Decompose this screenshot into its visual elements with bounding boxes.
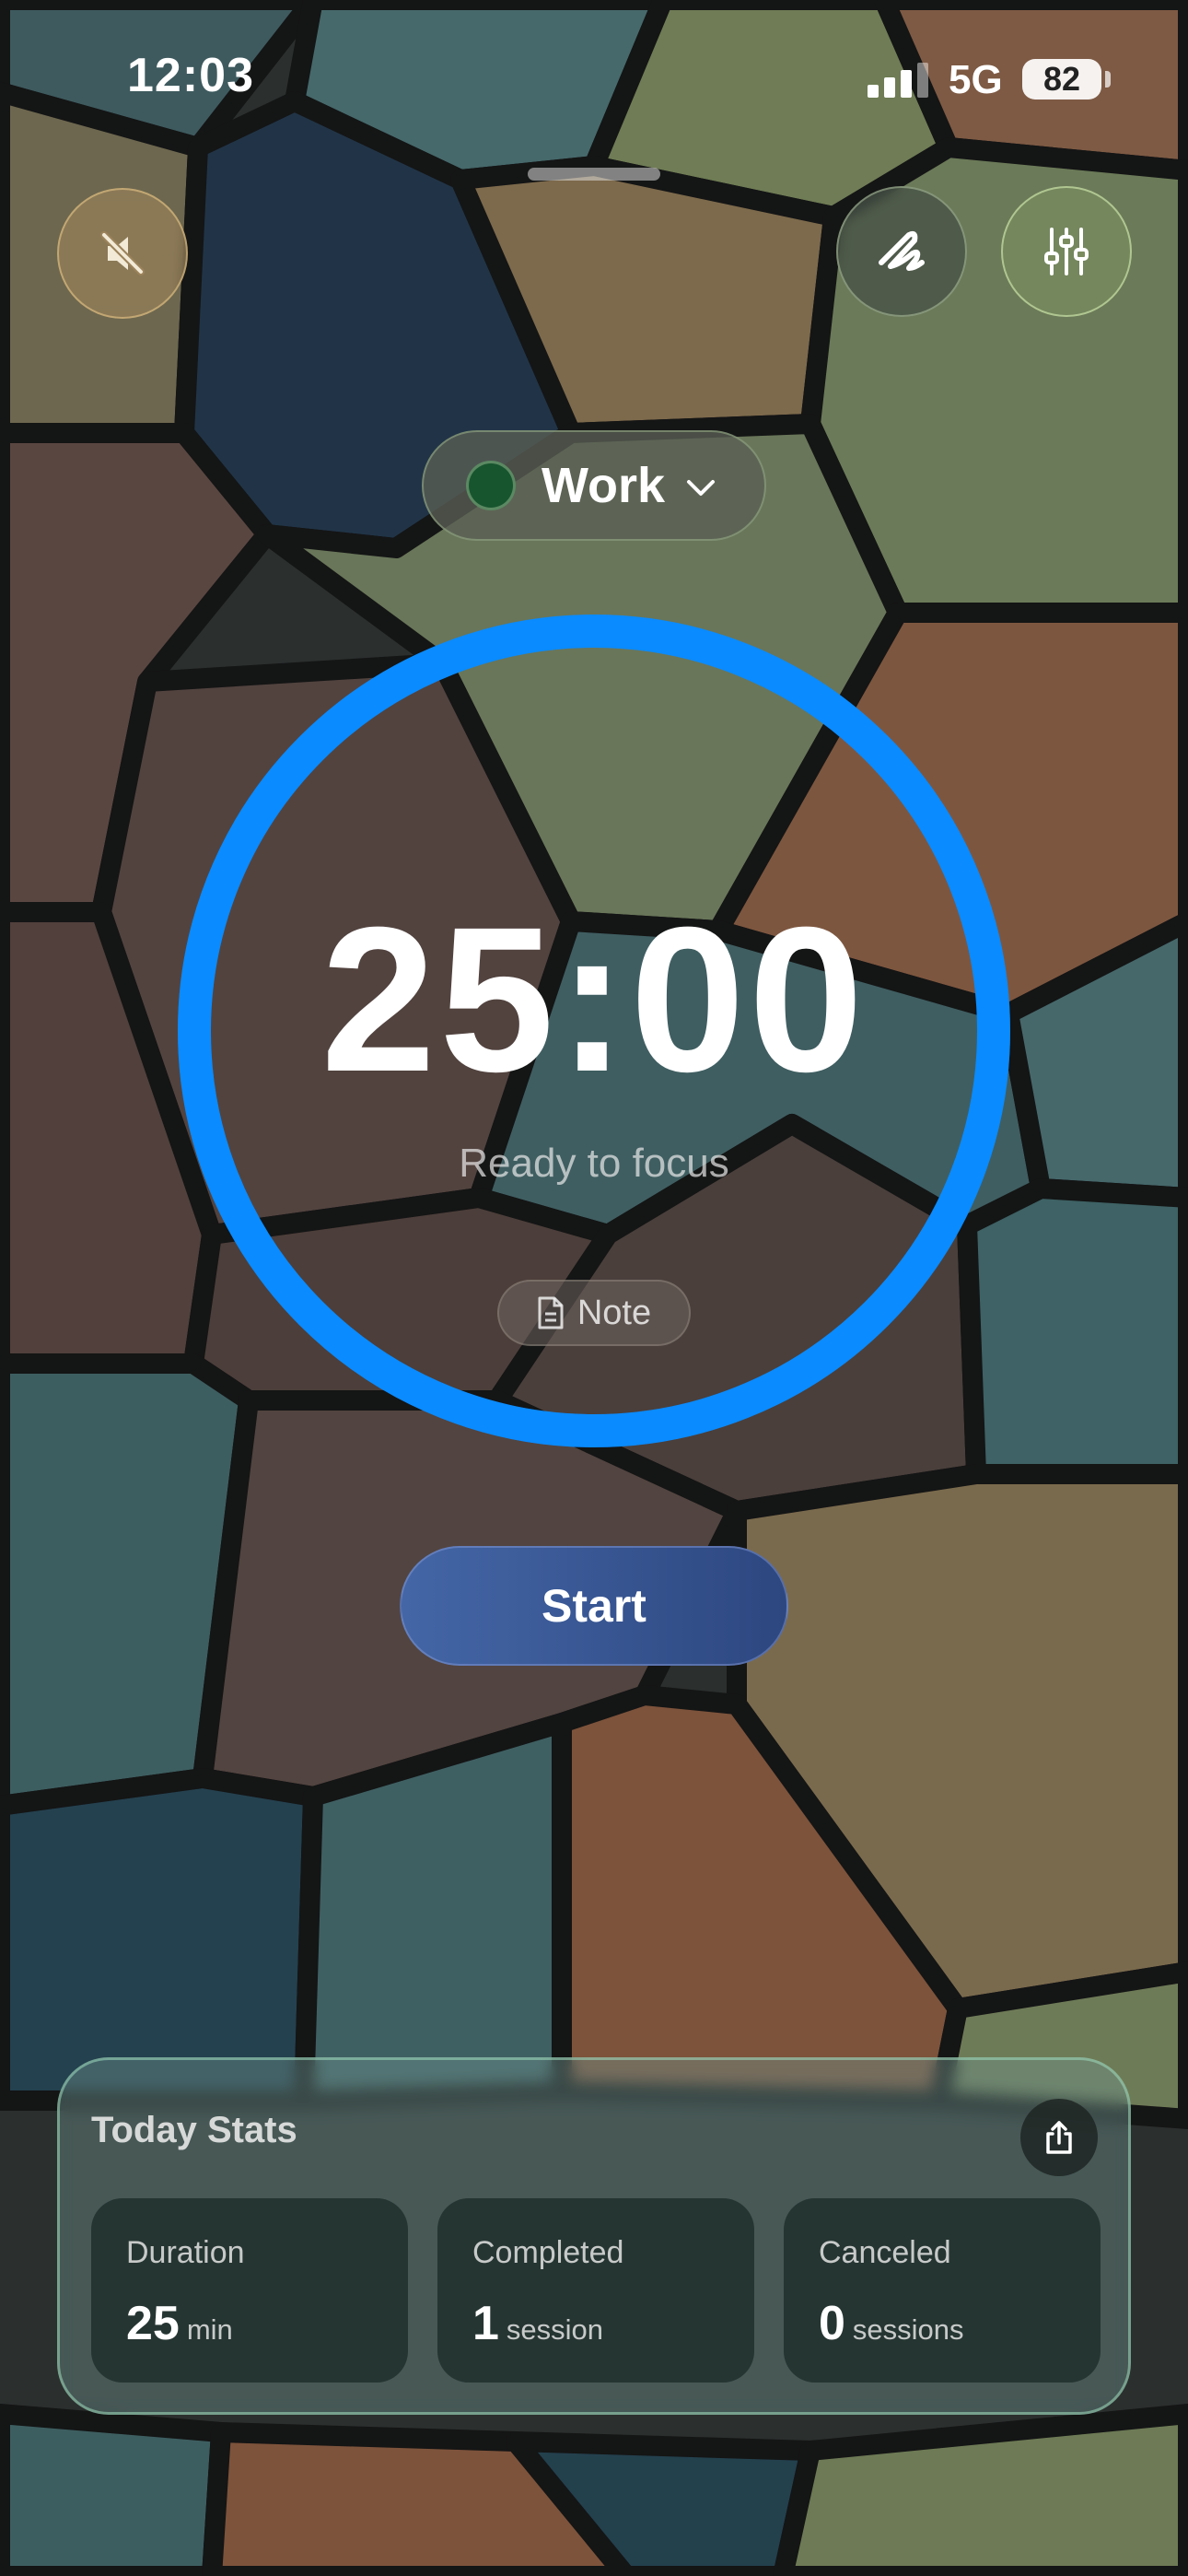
drawing-mode-button[interactable] bbox=[836, 186, 967, 317]
settings-button[interactable] bbox=[1001, 186, 1132, 317]
speaker-muted-icon bbox=[100, 231, 145, 275]
start-label: Start bbox=[542, 1580, 646, 1632]
stat-value: 0 sessions bbox=[819, 2296, 964, 2351]
stat-tile-canceled: Canceled 0 sessions bbox=[784, 2198, 1101, 2383]
stat-number: 1 bbox=[472, 2297, 499, 2350]
stat-unit: session bbox=[506, 2313, 604, 2346]
network-type: 5G bbox=[949, 57, 1003, 102]
mute-button[interactable] bbox=[57, 188, 188, 319]
category-color-dot bbox=[466, 461, 516, 510]
note-label: Note bbox=[577, 1293, 652, 1332]
timer-status: Ready to focus bbox=[459, 1141, 729, 1186]
document-icon bbox=[538, 1296, 564, 1329]
today-stats-card: Today Stats Duration 25 min Completed 1 se… bbox=[57, 2057, 1131, 2415]
category-label: Work bbox=[542, 458, 666, 513]
stat-tile-completed: Completed 1 session bbox=[437, 2198, 754, 2383]
stat-label: Duration bbox=[126, 2235, 245, 2270]
category-selector[interactable]: Work bbox=[422, 430, 766, 541]
stat-unit: sessions bbox=[852, 2313, 964, 2346]
stat-tile-duration: Duration 25 min bbox=[91, 2198, 408, 2383]
battery-indicator: 82 bbox=[1022, 59, 1101, 100]
status-time: 12:03 bbox=[127, 49, 254, 102]
scribble-pen-icon bbox=[879, 230, 925, 271]
battery-cap bbox=[1105, 71, 1111, 88]
stat-value: 25 min bbox=[126, 2296, 233, 2351]
stat-label: Completed bbox=[472, 2235, 624, 2270]
stat-label: Canceled bbox=[819, 2235, 951, 2270]
share-button[interactable] bbox=[1020, 2099, 1098, 2176]
stat-unit: min bbox=[186, 2313, 233, 2346]
chevron-down-icon bbox=[687, 480, 716, 496]
timer-display: 25:00 bbox=[320, 884, 868, 1115]
note-button[interactable]: Note bbox=[497, 1280, 691, 1346]
sliders-icon bbox=[1044, 228, 1089, 275]
sheet-grabber[interactable] bbox=[528, 168, 660, 181]
stat-number: 0 bbox=[819, 2297, 845, 2350]
share-icon bbox=[1046, 2121, 1072, 2154]
cellular-signal-icon bbox=[868, 63, 928, 98]
stats-title: Today Stats bbox=[91, 2110, 297, 2150]
stat-value: 1 session bbox=[472, 2296, 603, 2351]
start-button[interactable]: Start bbox=[400, 1546, 788, 1666]
stat-number: 25 bbox=[126, 2297, 180, 2350]
